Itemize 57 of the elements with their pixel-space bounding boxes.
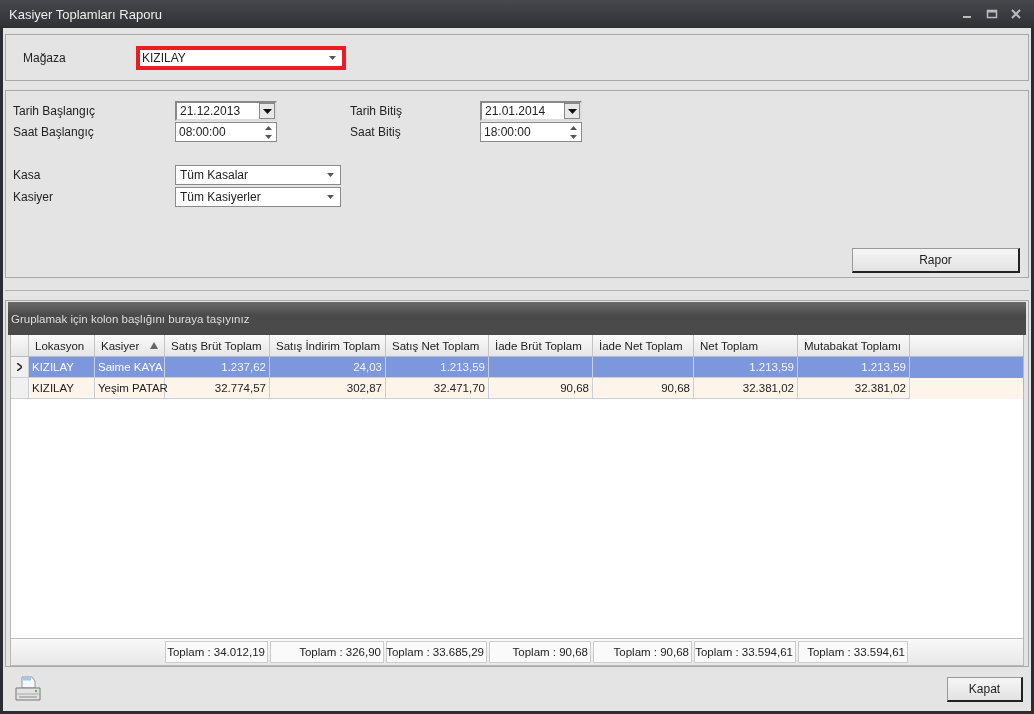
field-label: Saat Bitiş <box>350 125 402 139</box>
caret-icon <box>327 195 334 199</box>
dropdown-button[interactable] <box>259 103 275 119</box>
current-row-icon <box>17 363 22 371</box>
table-row[interactable]: KIZILAY Yeşim PATAR 32.774,57 302,87 32.471,70 90,68 90,68 32.381,02 32.381,02 <box>11 378 1023 399</box>
column-header[interactable]: Satış Net Toplam <box>386 335 489 356</box>
caret-icon <box>327 173 334 177</box>
field-label: Kasiyer <box>13 190 54 204</box>
field-label: Kasa <box>13 168 42 182</box>
table-cell: 90,68 <box>593 378 694 399</box>
time-field[interactable]: 18:00:00 <box>480 122 582 142</box>
total-cell: Toplam : 90,68 <box>593 641 692 663</box>
total-cell: Toplam : 33.594,61 <box>694 641 796 663</box>
table-cell: 302,87 <box>270 378 386 399</box>
date-field[interactable]: 21.01.2014 <box>480 101 582 121</box>
close-icon[interactable] <box>1010 9 1022 19</box>
field-label: Saat Başlangıç <box>13 125 95 139</box>
date-field[interactable]: 21.12.2013 <box>175 101 277 121</box>
total-cell: Toplam : 34.012,19 <box>165 641 268 663</box>
column-header[interactable]: İade Net Toplam <box>593 335 694 356</box>
column-header[interactable]: Net Toplam <box>694 335 798 356</box>
report-button[interactable]: Rapor <box>852 248 1020 273</box>
dropdown-button[interactable] <box>564 103 580 119</box>
spinner-icon[interactable] <box>570 125 577 139</box>
dropdown-field[interactable]: Tüm Kasiyerler <box>175 187 341 207</box>
time-field[interactable]: 08:00:00 <box>175 122 277 142</box>
total-cell: Toplam : 33.685,29 <box>386 641 487 663</box>
caret-icon <box>329 55 336 60</box>
spinner-icon[interactable] <box>265 125 272 139</box>
total-cell: Toplam : 33.594,61 <box>798 641 908 663</box>
maximize-icon[interactable] <box>986 9 998 19</box>
table-cell: Yeşim PATAR <box>95 378 165 399</box>
column-header[interactable]: Satış İndirim Toplam <box>270 335 386 356</box>
store-dropdown[interactable]: KIZILAY <box>136 45 346 70</box>
table-cell: 32.381,02 <box>694 378 798 399</box>
table-cell: 32.471,70 <box>386 378 489 399</box>
close-button[interactable]: Kapat <box>947 676 1023 702</box>
table-cell: KIZILAY <box>29 378 95 399</box>
table-cell: 90,68 <box>489 378 593 399</box>
field-label: Mağaza <box>23 50 67 65</box>
column-header[interactable]: Satış Brüt Toplam <box>165 335 270 356</box>
caret-icon <box>262 108 272 114</box>
column-header[interactable]: İade Brüt Toplam <box>489 335 593 356</box>
dropdown-field[interactable]: Tüm Kasalar <box>175 165 341 185</box>
sort-ascending-icon <box>150 342 158 349</box>
column-header[interactable]: Lokasyon <box>29 335 95 356</box>
window-title: Kasiyer Toplamları Raporu <box>9 6 162 22</box>
table-cell: 32.381,02 <box>798 378 910 399</box>
total-cell: Toplam : 90,68 <box>489 641 591 663</box>
row-indicator <box>11 378 29 399</box>
total-cell: Toplam : 326,90 <box>270 641 384 663</box>
field-label: Tarih Bitiş <box>350 104 403 118</box>
field-label: Tarih Başlangıç <box>13 104 97 118</box>
caret-icon <box>567 108 577 114</box>
column-header[interactable]: Kasiyer <box>95 335 165 356</box>
group-hint: Gruplamak için kolon başlığını buraya taşıyınız <box>11 312 250 325</box>
column-header[interactable]: Mutabakat Toplamı <box>798 335 910 356</box>
